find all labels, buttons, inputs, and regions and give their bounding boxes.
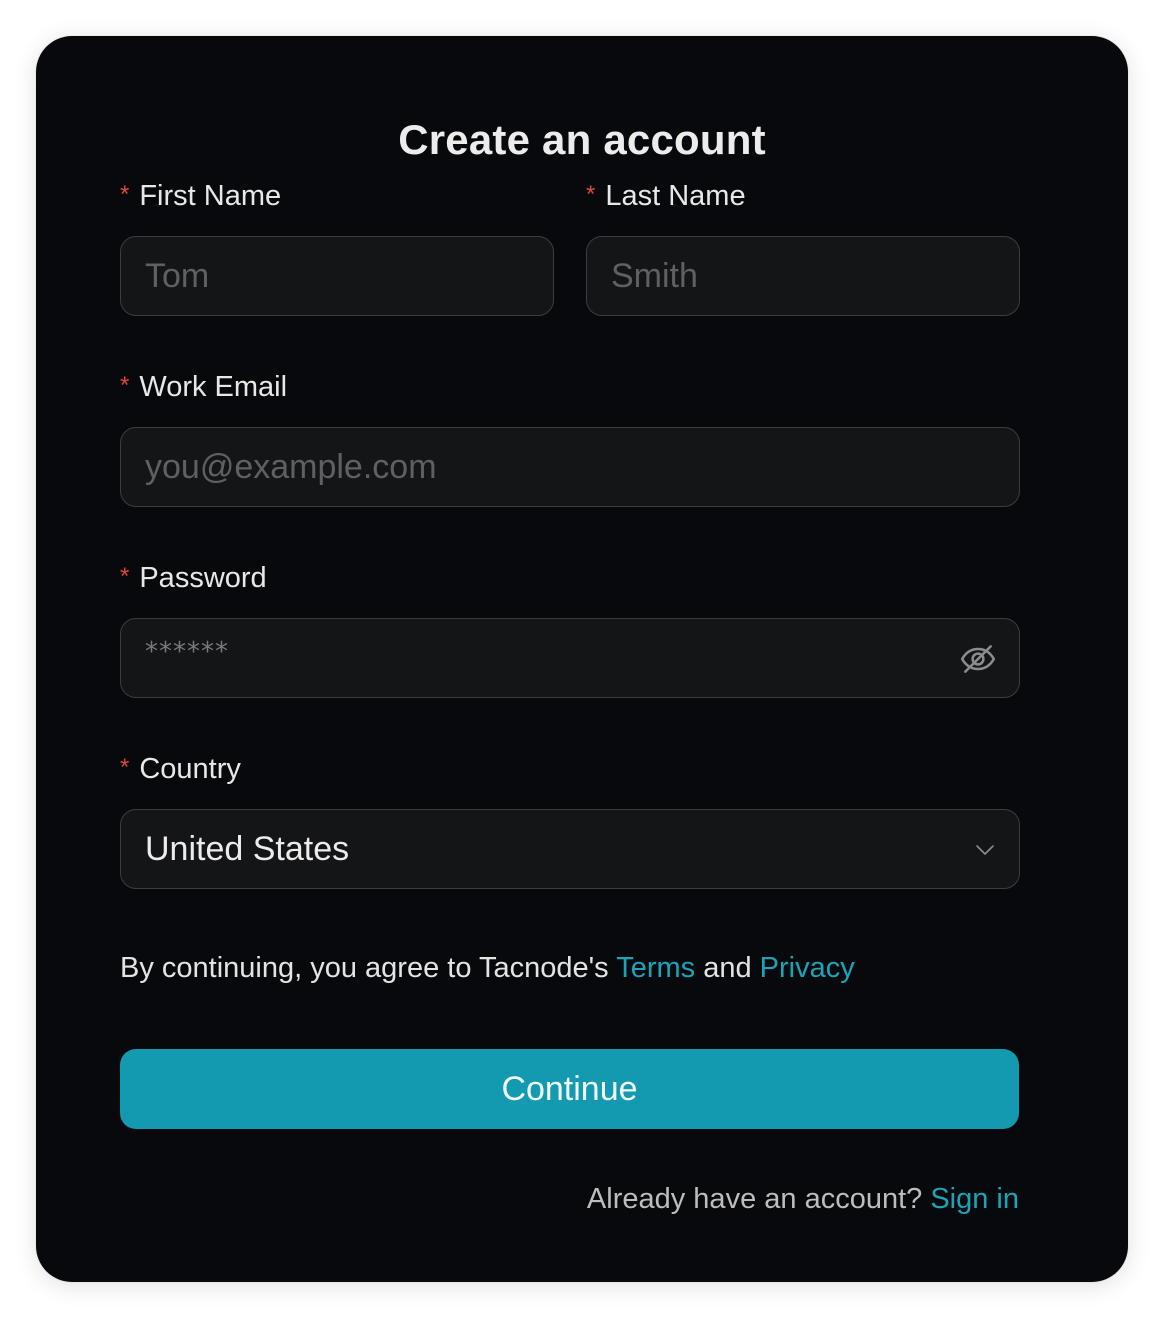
- agreement-text: By continuing, you agree to Tacnode's Te…: [120, 950, 855, 986]
- privacy-link[interactable]: Privacy: [760, 952, 855, 984]
- first-name-label: * First Name: [120, 178, 281, 213]
- page-title: Create an account: [398, 116, 766, 163]
- required-marker: *: [120, 563, 130, 590]
- work-email-input[interactable]: [121, 428, 1019, 506]
- password-field[interactable]: ******: [120, 618, 1020, 698]
- chevron-down-icon: [976, 845, 994, 855]
- agreement-prefix: By continuing, you agree to Tacnode's: [120, 952, 617, 984]
- last-name-label-text: Last Name: [605, 180, 746, 212]
- country-select[interactable]: United States: [120, 809, 1020, 889]
- last-name-input[interactable]: [587, 237, 1019, 315]
- work-email-field[interactable]: [120, 427, 1020, 507]
- eye-off-icon[interactable]: [959, 640, 997, 678]
- last-name-field[interactable]: [586, 236, 1020, 316]
- work-email-label-text: Work Email: [139, 371, 288, 403]
- signin-prompt: Already have an account? Sign in: [587, 1181, 1019, 1217]
- password-placeholder[interactable]: ******: [145, 637, 229, 667]
- required-marker: *: [120, 754, 130, 781]
- required-marker: *: [586, 181, 596, 208]
- required-marker: *: [120, 181, 130, 208]
- last-name-label: * Last Name: [586, 178, 746, 213]
- signin-link[interactable]: Sign in: [930, 1183, 1019, 1215]
- password-label: * Password: [120, 560, 267, 595]
- country-label-text: Country: [139, 753, 241, 785]
- first-name-input[interactable]: [121, 237, 553, 315]
- terms-link[interactable]: Terms: [616, 952, 695, 984]
- password-label-text: Password: [139, 562, 267, 594]
- first-name-field[interactable]: [120, 236, 554, 316]
- country-label: * Country: [120, 751, 241, 786]
- signup-card: Create an account * First Name * Last Name…: [36, 36, 1128, 1282]
- continue-button[interactable]: Continue: [120, 1049, 1019, 1129]
- required-marker: *: [120, 372, 130, 399]
- first-name-label-text: First Name: [139, 180, 282, 212]
- work-email-label: * Work Email: [120, 369, 287, 404]
- country-selected-value: United States: [145, 830, 350, 868]
- signin-prompt-text: Already have an account?: [586, 1183, 931, 1215]
- agreement-conjunction: and: [695, 952, 760, 984]
